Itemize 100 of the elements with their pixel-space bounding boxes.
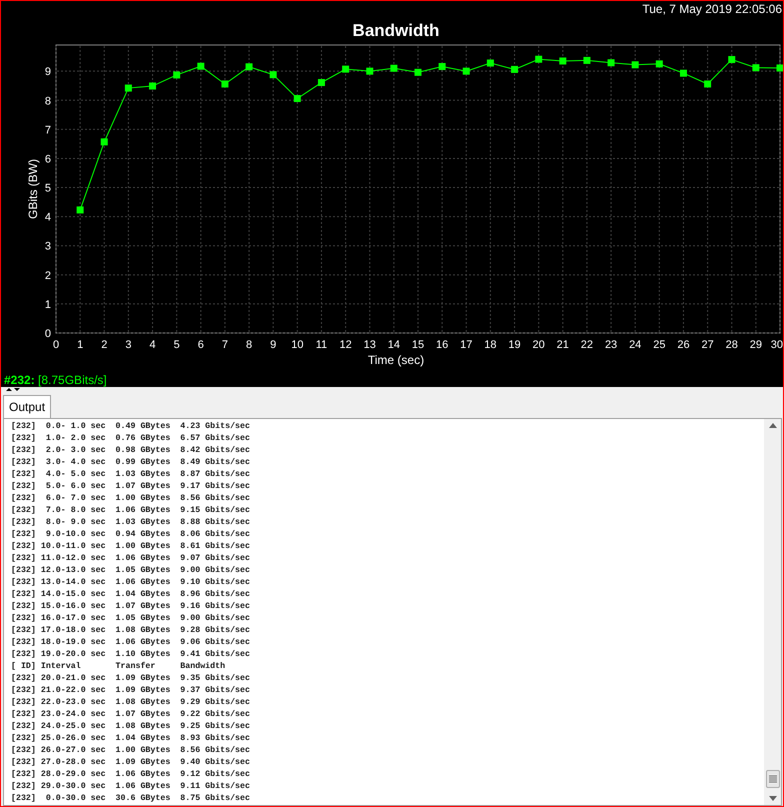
x-tick-label: 9 bbox=[270, 339, 276, 351]
data-point bbox=[462, 68, 470, 75]
data-point bbox=[342, 66, 350, 73]
output-line: [232] 6.0- 7.0 sec 1.00 GBytes 8.56 Gbits/sec bbox=[11, 493, 250, 505]
output-line: [232] 22.0-23.0 sec 1.08 GBytes 9.29 Gbits/sec bbox=[11, 697, 250, 709]
output-line: [232] 18.0-19.0 sec 1.06 GBytes 9.06 Gbits/sec bbox=[11, 637, 250, 649]
output-line: [232] 3.0- 4.0 sec 0.99 GBytes 8.49 Gbits/sec bbox=[11, 457, 250, 469]
x-tick-label: 13 bbox=[364, 339, 376, 351]
date-time: Tue, 7 May 2019 22:05:06 bbox=[642, 1, 783, 17]
x-tick-label: 15 bbox=[412, 339, 424, 351]
x-tick-label: 18 bbox=[484, 339, 497, 351]
output-line: [232] 7.0- 8.0 sec 1.06 GBytes 9.15 Gbits/sec bbox=[11, 505, 250, 517]
y-tick-label: 7 bbox=[44, 124, 51, 136]
output-line: [232] 10.0-11.0 sec 1.00 GBytes 8.61 Gbits/sec bbox=[11, 541, 250, 553]
output-line: [232] 24.0-25.0 sec 1.08 GBytes 9.25 Gbits/sec bbox=[11, 721, 250, 733]
data-point bbox=[76, 206, 84, 214]
output-line: [232] 14.0-15.0 sec 1.04 GBytes 8.96 Gbits/sec bbox=[11, 589, 250, 601]
x-tick-label: 12 bbox=[339, 339, 352, 351]
data-point bbox=[270, 71, 277, 78]
data-point bbox=[294, 95, 301, 102]
output-line: [232] 0.0-30.0 sec 30.6 GBytes 8.75 Gbits/sec bbox=[11, 793, 250, 805]
scroll-thumb[interactable] bbox=[766, 770, 780, 788]
output-line: [232] 21.0-22.0 sec 1.09 GBytes 9.37 Gbits/sec bbox=[11, 685, 250, 697]
splitter-arrows-icon[interactable] bbox=[5, 387, 21, 392]
output-line: [232] 5.0- 6.0 sec 1.07 GBytes 9.17 Gbits/sec bbox=[11, 481, 250, 493]
x-tick-label: 0 bbox=[52, 339, 60, 351]
data-point bbox=[608, 59, 615, 66]
y-tick-label: 0 bbox=[44, 328, 51, 340]
x-tick-label: 14 bbox=[388, 339, 400, 351]
data-point bbox=[366, 68, 374, 75]
y-axis-label: GBits (BW) bbox=[26, 159, 40, 219]
x-axis-label: Time (sec) bbox=[368, 353, 424, 367]
output-line: [232] 4.0- 5.0 sec 1.03 GBytes 8.87 Gbits/sec bbox=[11, 469, 250, 481]
x-tick-label: 25 bbox=[653, 339, 666, 351]
y-tick-label: 3 bbox=[44, 240, 51, 253]
data-point bbox=[100, 138, 108, 146]
output-line: [232] 2.0- 3.0 sec 0.98 GBytes 8.42 Gbits/sec bbox=[11, 445, 250, 457]
data-point bbox=[776, 64, 783, 72]
data-point bbox=[414, 68, 422, 76]
output-line: [232] 29.0-30.0 sec 1.06 GBytes 9.11 Gbits/sec bbox=[11, 781, 250, 793]
x-tick-label: 1 bbox=[77, 339, 84, 351]
output-line: [232] 25.0-26.0 sec 1.04 GBytes 8.93 Gbits/sec bbox=[11, 733, 250, 745]
data-point bbox=[221, 80, 228, 88]
data-point bbox=[124, 84, 132, 92]
y-tick-label: 1 bbox=[44, 298, 51, 311]
x-tick-label: 29 bbox=[750, 339, 762, 351]
scrollbar[interactable] bbox=[764, 419, 781, 805]
x-tick-label: 24 bbox=[629, 339, 642, 351]
data-point bbox=[752, 64, 760, 72]
output-line: [232] 19.0-20.0 sec 1.10 GBytes 9.41 Gbits/sec bbox=[11, 649, 250, 661]
data-point bbox=[680, 70, 687, 77]
x-tick-label: 16 bbox=[436, 339, 448, 351]
y-tick-label: 6 bbox=[44, 153, 51, 166]
data-point bbox=[390, 64, 398, 72]
status-text: #232: [8.75GBits/s] bbox=[3, 373, 107, 387]
x-tick-label: 10 bbox=[291, 339, 304, 351]
x-tick-label: 17 bbox=[460, 339, 472, 351]
data-point bbox=[559, 58, 566, 64]
output-line: [232] 1.0- 2.0 sec 0.76 GBytes 6.57 Gbits/sec bbox=[11, 433, 250, 445]
output-line: [ ID] Interval Transfer Bandwidth bbox=[11, 661, 226, 673]
x-tick-label: 3 bbox=[125, 339, 132, 351]
x-tick-label: 30 bbox=[770, 339, 783, 351]
output-line: [232] 13.0-14.0 sec 1.06 GBytes 9.10 Gbits/sec bbox=[11, 577, 250, 589]
x-tick-label: 20 bbox=[532, 339, 545, 351]
scroll-down-icon[interactable] bbox=[768, 796, 776, 801]
output-line: [232] 23.0-24.0 sec 1.07 GBytes 9.22 Gbits/sec bbox=[11, 709, 250, 721]
scroll-up-icon[interactable] bbox=[768, 423, 776, 428]
output-line: [232] 11.0-12.0 sec 1.06 GBytes 9.07 Gbits/sec bbox=[11, 553, 250, 565]
x-tick-label: 5 bbox=[174, 339, 180, 351]
x-tick-label: 23 bbox=[604, 339, 618, 351]
x-tick-label: 11 bbox=[316, 339, 328, 351]
tab[interactable]: Output bbox=[3, 395, 52, 418]
x-tick-label: 7 bbox=[222, 339, 228, 351]
data-point bbox=[318, 79, 325, 86]
data-point bbox=[656, 60, 663, 68]
y-tick-label: 5 bbox=[44, 182, 51, 195]
output-line: [232] 8.0- 9.0 sec 1.03 GBytes 8.88 Gbits/sec bbox=[11, 517, 250, 529]
x-tick-label: 22 bbox=[580, 339, 594, 351]
output-line: [232] 15.0-16.0 sec 1.07 GBytes 9.16 Gbits/sec bbox=[11, 601, 250, 613]
data-point bbox=[704, 80, 712, 88]
x-tick-label: 2 bbox=[101, 339, 108, 351]
x-tick-label: 28 bbox=[726, 339, 738, 351]
data-point bbox=[438, 63, 446, 70]
output-line: [232] 0.0- 1.0 sec 0.49 GBytes 4.23 Gbits/sec bbox=[11, 421, 250, 433]
x-tick-label: 4 bbox=[149, 339, 156, 351]
output-line: [232] 27.0-28.0 sec 1.09 GBytes 9.40 Gbits/sec bbox=[11, 757, 250, 769]
output-line: [232] 26.0-27.0 sec 1.00 GBytes 8.56 Gbits/sec bbox=[11, 745, 250, 757]
output-line: [232] 9.0-10.0 sec 0.94 GBytes 8.06 Gbits/sec bbox=[11, 529, 250, 541]
y-tick-label: 8 bbox=[44, 95, 51, 108]
data-point bbox=[246, 63, 253, 70]
grip-icon bbox=[768, 775, 776, 783]
output-line: [232] 12.0-13.0 sec 1.05 GBytes 9.00 Gbits/sec bbox=[11, 565, 250, 577]
data-point bbox=[486, 60, 494, 67]
data-point bbox=[173, 71, 180, 78]
x-tick-label: 19 bbox=[508, 339, 521, 351]
x-tick-label: 8 bbox=[246, 339, 252, 351]
output-line: [232] 20.0-21.0 sec 1.09 GBytes 9.35 Gbits/sec bbox=[11, 673, 250, 685]
chart-title: Bandwidth bbox=[352, 21, 440, 40]
x-tick-label: 26 bbox=[677, 339, 690, 351]
data-point bbox=[583, 56, 590, 64]
